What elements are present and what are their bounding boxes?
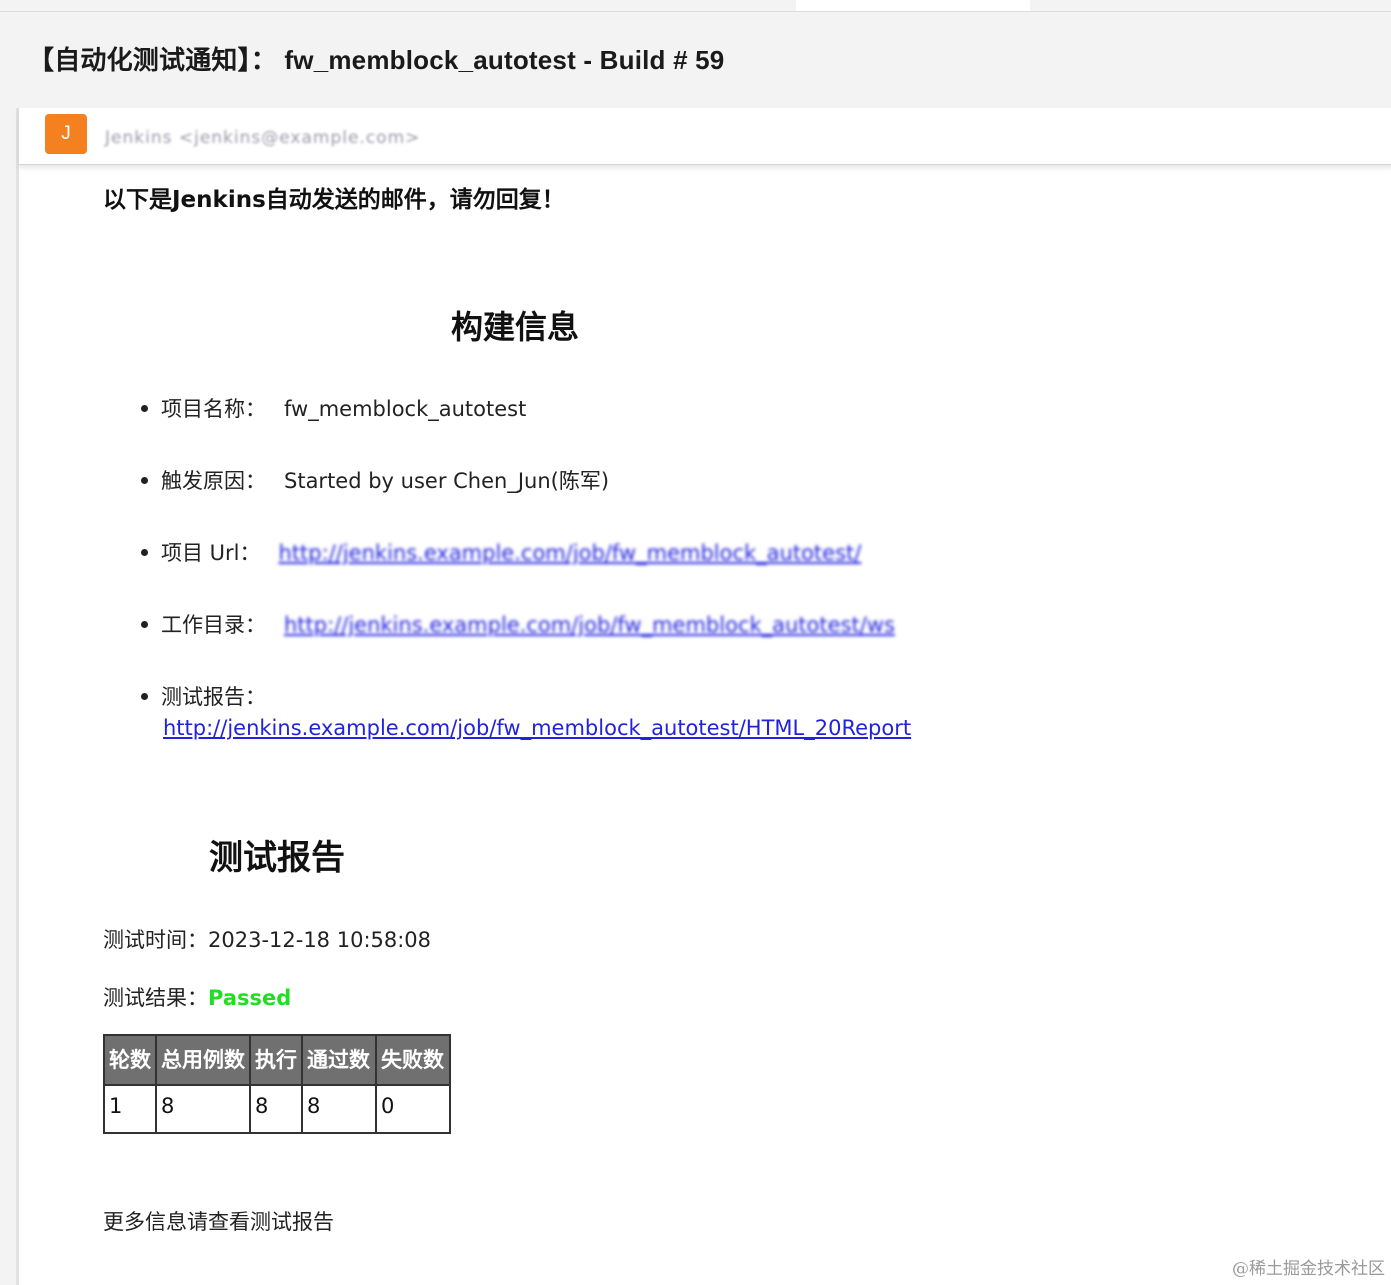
watermark: @稀土掘金技术社区 bbox=[1232, 1259, 1385, 1279]
table-header-cell: 失败数 bbox=[375, 1034, 451, 1086]
info-label: 触发原因： bbox=[161, 469, 266, 493]
table-cell-executed: 8 bbox=[249, 1084, 303, 1134]
test-result-value: Passed bbox=[208, 986, 292, 1010]
bullet-icon bbox=[141, 620, 148, 628]
table-header-cell: 通过数 bbox=[301, 1034, 377, 1086]
intro-text: 以下是Jenkins自动发送的邮件，请勿回复！ bbox=[103, 187, 565, 213]
table-header-cell: 总用例数 bbox=[155, 1034, 251, 1086]
info-value: Started by user Chen_Jun(陈军) bbox=[284, 469, 610, 493]
bullet-icon bbox=[141, 692, 148, 700]
test-time-label: 测试时间： bbox=[103, 928, 208, 952]
project-url-link[interactable]: http://jenkins.example.com/job/fw_memblo… bbox=[279, 541, 862, 565]
info-label: 项目 Url： bbox=[161, 541, 261, 565]
email-body-pane: J Jenkins <jenkins@example.com> 以下是Jenki… bbox=[16, 108, 1391, 1285]
results-table: 轮数 总用例数 执行 通过数 失败数 1 8 8 8 0 bbox=[103, 1034, 451, 1134]
test-report-link-row: http://jenkins.example.com/job/fw_memblo… bbox=[163, 716, 911, 740]
bullet-icon bbox=[141, 404, 148, 412]
info-label: 测试报告： bbox=[161, 685, 266, 709]
table-header-cell: 轮数 bbox=[103, 1034, 157, 1086]
table-header-row: 轮数 总用例数 执行 通过数 失败数 bbox=[103, 1034, 451, 1086]
table-cell-failed: 0 bbox=[375, 1084, 451, 1134]
table-cell-total: 8 bbox=[155, 1084, 251, 1134]
test-result-line: 测试结果：Passed bbox=[103, 982, 291, 1012]
test-time-line: 测试时间：2023-12-18 10:58:08 bbox=[103, 924, 431, 954]
email-subject: 【自动化测试通知】： fw_memblock_autotest - Build … bbox=[28, 45, 725, 75]
bullet-icon bbox=[141, 476, 148, 484]
active-tab-highlight[interactable] bbox=[796, 0, 1030, 11]
sender-avatar[interactable]: J bbox=[45, 114, 87, 154]
info-value: fw_memblock_autotest bbox=[284, 397, 527, 421]
table-cell-passed: 8 bbox=[301, 1084, 377, 1134]
test-result-label: 测试结果： bbox=[103, 986, 208, 1010]
info-label: 工作目录： bbox=[161, 613, 266, 637]
sender-bar: J Jenkins <jenkins@example.com> bbox=[19, 108, 1391, 165]
info-item-project-url: 项目 Url： http://jenkins.example.com/job/fw… bbox=[141, 537, 861, 567]
sender-address[interactable]: Jenkins <jenkins@example.com> bbox=[105, 128, 420, 148]
test-time-value: 2023-12-18 10:58:08 bbox=[208, 928, 432, 952]
bullet-icon bbox=[141, 548, 148, 556]
test-report-link[interactable]: http://jenkins.example.com/job/fw_memblo… bbox=[163, 716, 911, 740]
workspace-link[interactable]: http://jenkins.example.com/job/fw_memblo… bbox=[284, 613, 895, 637]
info-item-test-report: 测试报告： bbox=[141, 681, 284, 711]
info-label: 项目名称： bbox=[161, 397, 266, 421]
table-row: 1 8 8 8 0 bbox=[103, 1084, 451, 1134]
top-tab-strip bbox=[0, 0, 1391, 12]
info-item-trigger-cause: 触发原因： Started by user Chen_Jun(陈军) bbox=[141, 465, 609, 495]
table-cell-round: 1 bbox=[103, 1084, 157, 1134]
info-item-project-name: 项目名称： fw_memblock_autotest bbox=[141, 393, 526, 423]
more-info-text: 更多信息请查看测试报告 bbox=[103, 1210, 334, 1234]
build-info-heading: 构建信息 bbox=[451, 308, 580, 346]
info-item-workspace: 工作目录： http://jenkins.example.com/job/fw_m… bbox=[141, 609, 895, 639]
test-report-heading: 测试报告 bbox=[209, 838, 345, 878]
table-header-cell: 执行 bbox=[249, 1034, 303, 1086]
